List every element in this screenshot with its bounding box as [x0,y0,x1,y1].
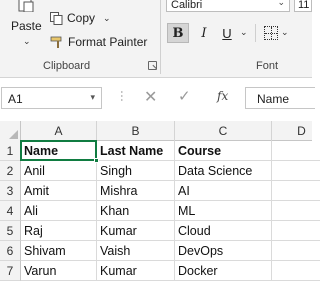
borders-icon[interactable] [264,26,278,40]
row-header-4[interactable]: 4 [0,201,21,221]
font-size-select[interactable]: 11 [294,0,312,12]
table-cell[interactable]: Ali [21,201,97,221]
chevron-down-icon[interactable]: ▾ [90,92,95,103]
fill-handle[interactable] [94,158,99,163]
table-cell[interactable] [272,181,320,201]
paintbrush-icon [50,36,62,48]
select-all-button[interactable] [0,121,21,141]
bold-button[interactable]: B [167,23,189,43]
dialog-launcher-icon[interactable] [148,61,157,70]
table-cell[interactable]: DevOps [175,241,272,261]
font-group-label: Font [256,60,279,72]
table-cell[interactable]: Anil [21,161,97,181]
table-cell[interactable] [272,161,320,181]
paste-label: Paste [11,19,42,33]
column-header-c[interactable]: C [175,121,272,141]
row-header-6[interactable]: 6 [0,241,21,261]
formula-bar: A1 ▾ ⋯ ✕ ✓ fx Name [0,78,315,121]
table-cell[interactable]: Singh [97,161,175,181]
table-cell[interactable]: AI [175,181,272,201]
format-painter-button[interactable]: Format Painter [50,33,147,51]
table-cell[interactable]: Cloud [175,221,272,241]
table-cell[interactable]: Mishra [97,181,175,201]
row-header-3[interactable]: 3 [0,181,21,201]
cancel-icon[interactable]: ✕ [144,87,157,107]
copy-button[interactable]: Copy ⌄ [50,10,111,26]
name-box-value: A1 [8,92,23,106]
table-cell[interactable]: Vaish [97,241,175,261]
table-cell[interactable] [272,261,320,281]
row-header-7[interactable]: 7 [0,261,21,281]
chevron-down-icon[interactable]: ⌄ [277,0,285,8]
table-cell[interactable]: Kumar [97,261,175,281]
table-cell[interactable] [272,221,320,241]
column-header-a[interactable]: A [21,121,97,141]
table-cell[interactable]: Varun [21,261,97,281]
selected-cell-border [20,140,97,161]
italic-button[interactable]: I [196,23,212,43]
clipboard-icon [18,0,34,12]
chevron-down-icon[interactable]: ⌄ [23,36,31,47]
table-cell[interactable]: Kumar [97,221,175,241]
header-cell[interactable]: Last Name [97,141,175,161]
table-cell[interactable]: Amit [21,181,97,201]
column-header-d[interactable]: D [272,121,320,141]
enter-icon[interactable]: ✓ [178,87,191,105]
font-name-select[interactable]: Calibri ⌄ [166,0,290,12]
table-cell[interactable]: Docker [175,261,272,281]
formula-input[interactable]: Name [245,87,315,109]
chevron-down-icon[interactable]: ⌄ [103,13,111,24]
chevron-down-icon[interactable]: ⌄ [281,27,289,38]
header-cell[interactable] [272,141,320,161]
table-cell[interactable] [272,241,320,261]
table-cell[interactable] [272,201,320,221]
clipboard-group-label: Clipboard [43,60,91,72]
table-cell[interactable]: Shivam [21,241,97,261]
table-cell[interactable]: ML [175,201,272,221]
resize-handle-icon[interactable]: ⋯ [115,90,129,99]
row-header-5[interactable]: 5 [0,221,21,241]
format-painter-label: Format Painter [68,35,148,49]
chevron-down-icon[interactable]: ⌄ [240,27,248,38]
column-header-b[interactable]: B [97,121,175,141]
toolbar-divider [255,24,256,42]
table-cell[interactable]: Data Science [175,161,272,181]
row-header-1[interactable]: 1 [0,141,21,161]
group-divider [160,0,161,74]
copy-label: Copy [67,11,96,25]
underline-button[interactable]: U [219,23,235,43]
paste-button[interactable]: Paste ⌄ [6,0,42,52]
copy-icon [50,11,63,25]
row-header-2[interactable]: 2 [0,161,21,181]
table-cell[interactable]: Raj [21,221,97,241]
name-box[interactable]: A1 ▾ [1,87,102,109]
ribbon: Paste ⌄ Copy ⌄ Format Painter Clipboard … [0,0,312,78]
table-cell[interactable]: Khan [97,201,175,221]
header-cell[interactable]: Course [175,141,272,161]
spreadsheet-grid[interactable]: A B C D 1 Name Last Name Course 2 Anil Singh Data S… [0,121,320,285]
font-name-value: Calibri [171,0,203,11]
insert-function-icon[interactable]: fx [217,89,228,103]
select-all-icon [9,130,18,139]
